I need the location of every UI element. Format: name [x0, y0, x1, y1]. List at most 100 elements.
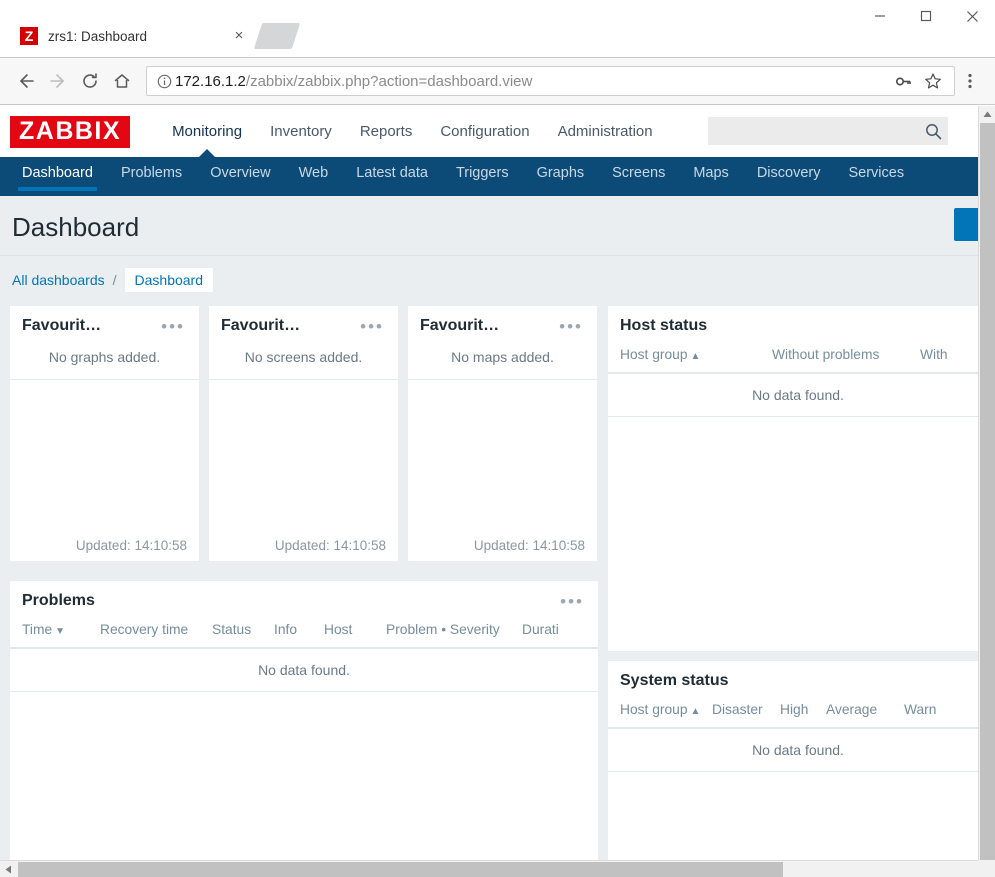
subnav-item-web[interactable]: Web — [285, 157, 343, 190]
system-status-col-warning[interactable]: Warn — [904, 702, 936, 717]
subnav-item-triggers[interactable]: Triggers — [442, 157, 523, 190]
host-status-no-data: No data found. — [608, 374, 978, 417]
host-status-col-host-group[interactable]: Host group ▲ — [620, 347, 772, 362]
breadcrumb-current-dashboard[interactable]: Dashboard — [124, 268, 214, 292]
problems-menu-icon[interactable]: ••• — [558, 593, 586, 610]
home-button[interactable] — [106, 65, 138, 97]
search-icon[interactable] — [918, 123, 948, 140]
system-status-col-host-group-label: Host group — [620, 702, 688, 717]
problems-title: Problems — [22, 592, 95, 609]
favourite-screens-updated: Updated: 14:10:58 — [274, 538, 386, 553]
address-bar[interactable]: 172.16.1.2/zabbix/zabbix.php?action=dash… — [146, 66, 955, 96]
menu-item-administration[interactable]: Administration — [544, 106, 667, 157]
menu-item-configuration[interactable]: Configuration — [426, 106, 543, 157]
tab-close-icon[interactable]: × — [228, 25, 250, 47]
favourite-maps-title: Favourit… — [420, 317, 500, 334]
page-info-icon[interactable] — [153, 74, 175, 89]
system-status-col-disaster[interactable]: Disaster — [712, 702, 780, 717]
url-host: 172.16.1.2 — [175, 72, 246, 90]
host-status-col-without-problems[interactable]: Without problems — [772, 347, 920, 362]
favourite-graphs-menu-icon[interactable]: ••• — [159, 318, 187, 335]
zabbix-header: ZABBIX Monitoring Inventory Reports Conf… — [0, 106, 978, 158]
subnav-item-discovery[interactable]: Discovery — [743, 157, 835, 190]
vertical-scrollbar-thumb[interactable] — [980, 123, 995, 860]
favourite-screens-title: Favourit… — [221, 317, 301, 334]
subnav-item-problems[interactable]: Problems — [107, 157, 196, 190]
favourite-graphs-empty-text: No graphs added. — [48, 349, 161, 365]
menu-item-inventory[interactable]: Inventory — [256, 106, 346, 157]
menu-item-reports[interactable]: Reports — [346, 106, 427, 157]
tab-title: zrs1: Dashboard — [48, 28, 148, 44]
favourite-maps-updated: Updated: 14:10:58 — [473, 538, 585, 553]
system-status-header: System status — [608, 661, 978, 698]
problems-header: Problems ••• — [10, 581, 598, 618]
horizontal-scrollbar[interactable] — [0, 860, 995, 877]
credentials-key-icon[interactable] — [888, 73, 918, 90]
browser-tab[interactable]: Z zrs1: Dashboard × — [0, 15, 272, 57]
url-path: /zabbix/zabbix.php?action=dashboard.view — [245, 72, 533, 90]
problems-table-header: Time ▼ Recovery time Status Info Host Pro… — [10, 618, 598, 649]
problems-col-status[interactable]: Status — [212, 622, 274, 637]
system-status-col-high[interactable]: High — [780, 702, 826, 717]
bookmark-star-icon[interactable] — [918, 72, 948, 90]
host-status-col-with-problems[interactable]: With — [920, 347, 948, 362]
tab-strip: Z zrs1: Dashboard × — [0, 15, 995, 57]
system-status-col-average[interactable]: Average — [826, 702, 904, 717]
problems-col-host[interactable]: Host — [324, 622, 386, 637]
favourite-screens-divider — [209, 379, 398, 380]
search-input[interactable] — [708, 117, 918, 145]
problems-no-data: No data found. — [10, 649, 598, 692]
dashboard-body: Dashboard All dashboards / Dashboard Fav… — [0, 196, 978, 860]
problems-col-time-label: Time — [22, 622, 53, 637]
problems-col-info[interactable]: Info — [274, 622, 324, 637]
page-title: Dashboard — [12, 212, 140, 242]
chrome-menu-icon[interactable] — [955, 65, 985, 97]
vertical-scrollbar[interactable] — [978, 106, 995, 860]
subnav-item-screens[interactable]: Screens — [598, 157, 679, 190]
menu-item-monitoring[interactable]: Monitoring — [158, 106, 256, 158]
reload-button[interactable] — [74, 65, 106, 97]
system-status-table-header: Host group ▲ Disaster High Average Warn — [608, 698, 978, 729]
back-button[interactable] — [10, 65, 42, 97]
subnav-item-overview[interactable]: Overview — [196, 157, 284, 190]
browser-window: Z zrs1: Dashboard × 172.16.1.2/zabbix/za… — [0, 0, 995, 877]
widget-favourite-maps: Favourit… ••• No maps added. Updated: 14… — [408, 306, 597, 561]
favourite-screens-empty-text: No screens added. — [244, 349, 363, 365]
favourite-graphs-divider — [10, 379, 199, 380]
kiosk-mode-button[interactable] — [954, 208, 978, 241]
problems-col-recovery-time[interactable]: Recovery time — [100, 622, 212, 637]
favourite-graphs-header: Favourit… ••• — [10, 306, 199, 343]
scroll-left-arrow-icon[interactable] — [0, 861, 17, 877]
horizontal-scrollbar-thumb[interactable] — [18, 862, 783, 877]
breadcrumb-separator: / — [112, 272, 117, 288]
system-status-col-host-group[interactable]: Host group ▲ — [620, 702, 712, 717]
scroll-up-arrow-icon[interactable] — [979, 106, 995, 123]
problems-col-time[interactable]: Time ▼ — [22, 622, 100, 637]
page-header: Dashboard — [0, 196, 978, 256]
problems-col-duration[interactable]: Durati — [522, 622, 559, 637]
subnav-item-maps[interactable]: Maps — [679, 157, 742, 190]
problems-col-problem-severity[interactable]: Problem • Severity — [386, 622, 522, 637]
subnav-item-dashboard[interactable]: Dashboard — [8, 157, 107, 191]
dashboard-right-column: Host status Host group ▲ Without problems… — [608, 306, 978, 860]
new-tab-button[interactable] — [253, 23, 301, 49]
subnav-item-services[interactable]: Services — [834, 157, 918, 190]
favourite-graphs-title: Favourit… — [22, 317, 102, 334]
sort-desc-icon: ▼ — [55, 626, 66, 637]
host-status-col-host-group-label: Host group — [620, 347, 688, 362]
subnav-item-latest-data[interactable]: Latest data — [342, 157, 442, 190]
zabbix-favicon: Z — [20, 27, 38, 45]
browser-titlebar: Z zrs1: Dashboard × — [0, 0, 995, 58]
subnav-item-graphs[interactable]: Graphs — [523, 157, 599, 190]
forward-button[interactable] — [42, 65, 74, 97]
favourite-maps-header: Favourit… ••• — [408, 306, 597, 343]
breadcrumb-all-dashboards[interactable]: All dashboards — [12, 272, 105, 288]
zabbix-page: ZABBIX Monitoring Inventory Reports Conf… — [0, 106, 978, 860]
dashboard-grid: Favourit… ••• No graphs added. Updated: … — [0, 306, 978, 860]
favourite-screens-menu-icon[interactable]: ••• — [358, 318, 386, 335]
widget-problems: Problems ••• Time ▼ Recovery time Status … — [10, 581, 598, 860]
url-text: 172.16.1.2/zabbix/zabbix.php?action=dash… — [175, 73, 888, 90]
zabbix-logo[interactable]: ZABBIX — [10, 115, 131, 148]
favourite-maps-menu-icon[interactable]: ••• — [557, 318, 585, 335]
global-search[interactable] — [708, 117, 948, 145]
